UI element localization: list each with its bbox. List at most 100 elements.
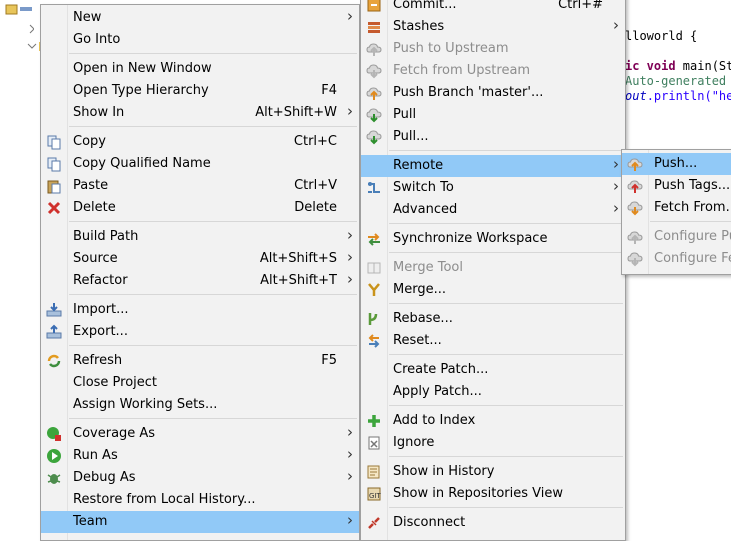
main-menu-item-delete[interactable]: Delete Delete	[41, 197, 359, 219]
main-menu-item-new[interactable]: New ›	[41, 7, 359, 29]
menu-item-shortcut: F4	[321, 83, 337, 98]
team-menu-item-ignore[interactable]: Ignore	[361, 432, 625, 454]
menu-item-label: Fetch from Upstream	[393, 63, 531, 78]
submenu-arrow-icon: ›	[347, 270, 353, 288]
main-menu-item-refresh[interactable]: Refresh F5	[41, 350, 359, 372]
menu-item-label: Copy	[73, 134, 106, 149]
remote-menu-item-configure-pus: Configure Pus	[622, 226, 731, 248]
remote-menu-item-push[interactable]: Push...	[622, 153, 731, 175]
menu-separator	[389, 456, 623, 457]
tree-node-collapsed[interactable]	[4, 22, 34, 38]
main-menu-item-close-project[interactable]: Close Project	[41, 372, 359, 394]
menu-item-label: Configure Pus	[654, 229, 731, 244]
chevron-down-icon	[27, 42, 44, 51]
menu-item-label: Merge...	[393, 282, 446, 297]
code-line-class: lloworld {	[625, 29, 697, 43]
menu-item-label: Source	[73, 251, 118, 266]
menu-item-label: Open in New Window	[73, 61, 212, 76]
main-menu-item-open-type-hierarchy[interactable]: Open Type Hierarchy F4	[41, 80, 359, 102]
team-menu-item-switch-to[interactable]: Switch To ›	[361, 177, 625, 199]
menu-item-label: Close Project	[73, 375, 158, 390]
push-icon	[627, 156, 643, 172]
paste-icon	[46, 178, 62, 194]
team-menu-item-merge-tool: Merge Tool	[361, 257, 625, 279]
main-menu-item-import[interactable]: Import...	[41, 299, 359, 321]
push-tags-icon	[627, 178, 643, 194]
main-menu-item-open-in-new-window[interactable]: Open in New Window	[41, 58, 359, 80]
team-menu-item-rebase[interactable]: Rebase...	[361, 308, 625, 330]
main-menu-item-refactor[interactable]: Refactor Alt+Shift+T ›	[41, 270, 359, 292]
menu-separator	[69, 345, 357, 346]
team-menu-item-merge[interactable]: Merge...	[361, 279, 625, 301]
code-line-println: out.println("he	[625, 89, 731, 103]
team-menu-item-apply-patch[interactable]: Apply Patch...	[361, 381, 625, 403]
team-menu-item-create-patch[interactable]: Create Patch...	[361, 359, 625, 381]
main-menu-item-team[interactable]: Team ›	[41, 511, 359, 533]
main-menu-item-copy[interactable]: Copy Ctrl+C	[41, 131, 359, 153]
menu-item-label: Pull...	[393, 129, 429, 144]
main-menu-item-build-path[interactable]: Build Path ›	[41, 226, 359, 248]
main-menu-item-debug-as[interactable]: Debug As ›	[41, 467, 359, 489]
team-menu-item-remote[interactable]: Remote ›	[361, 155, 625, 177]
main-menu-item-restore-from-local-history[interactable]: Restore from Local History...	[41, 489, 359, 511]
main-menu-item-assign-working-sets[interactable]: Assign Working Sets...	[41, 394, 359, 416]
main-menu-item-coverage-as[interactable]: Coverage As ›	[41, 423, 359, 445]
team-menu-item-advanced[interactable]: Advanced ›	[361, 199, 625, 221]
menu-separator	[389, 150, 623, 151]
submenu-arrow-icon: ›	[613, 16, 619, 34]
menu-item-shortcut: Alt+Shift+S	[259, 251, 337, 266]
code-text: lloworld {	[625, 29, 698, 43]
team-menu-item-stashes[interactable]: Stashes ›	[361, 16, 625, 38]
history-icon	[366, 464, 382, 480]
project-node[interactable]	[4, 2, 34, 18]
team-menu-item-push-to-upstream: Push to Upstream	[361, 38, 625, 60]
team-menu-item-show-in-history[interactable]: Show in History	[361, 461, 625, 483]
remote-menu-item-fetch-from[interactable]: Fetch From...	[622, 197, 731, 219]
context-menu: New › Go Into Open in New Window Open Type H…	[40, 4, 360, 541]
main-menu-item-show-in[interactable]: Show In Alt+Shift+W ›	[41, 102, 359, 124]
main-menu-item-run-as[interactable]: Run As ›	[41, 445, 359, 467]
code-field: out	[625, 89, 647, 103]
pull-dialog-icon	[366, 129, 382, 145]
team-menu-item-add-to-index[interactable]: Add to Index	[361, 410, 625, 432]
menu-item-label: Switch To	[393, 180, 454, 195]
team-menu-item-pull[interactable]: Pull...	[361, 126, 625, 148]
menu-item-label: Run As	[73, 448, 118, 463]
menu-item-label: Merge Tool	[393, 260, 463, 275]
merge-icon	[366, 282, 382, 298]
menu-item-label: Open Type Hierarchy	[73, 83, 209, 98]
team-menu-item-disconnect[interactable]: Disconnect	[361, 512, 625, 534]
menu-item-label: Refactor	[73, 273, 128, 288]
team-menu-item-push-branch-master[interactable]: Push Branch 'master'...	[361, 82, 625, 104]
team-menu-item-fetch-from-upstream: Fetch from Upstream	[361, 60, 625, 82]
main-menu-item-paste[interactable]: Paste Ctrl+V	[41, 175, 359, 197]
copy-icon	[46, 134, 62, 150]
team-menu-item-show-in-repositories-view[interactable]: GIT Show in Repositories View	[361, 483, 625, 505]
main-menu-item-export[interactable]: Export...	[41, 321, 359, 343]
submenu-arrow-icon: ›	[613, 155, 619, 173]
project-folder-icon	[5, 4, 32, 15]
menu-item-label: Show In	[73, 105, 125, 120]
team-menu-item-synchronize-workspace[interactable]: Synchronize Workspace	[361, 228, 625, 250]
main-menu-item-copy-qualified-name[interactable]: Copy Qualified Name	[41, 153, 359, 175]
switch-icon	[366, 180, 382, 196]
remote-menu-item-push-tags[interactable]: Push Tags...	[622, 175, 731, 197]
menu-item-shortcut: Delete	[294, 200, 337, 215]
run-icon	[46, 448, 62, 464]
menu-item-label: Push...	[654, 156, 698, 171]
team-menu-item-commit[interactable]: Commit... Ctrl+#	[361, 0, 625, 16]
reset-icon	[366, 333, 382, 349]
tree-node-expanded[interactable]	[4, 40, 44, 56]
pull-icon	[366, 107, 382, 123]
fetch-icon	[627, 200, 643, 216]
menu-item-label: Copy Qualified Name	[73, 156, 211, 171]
main-menu-item-go-into[interactable]: Go Into	[41, 29, 359, 51]
export-icon	[46, 324, 62, 340]
fetch-upstream-icon	[366, 63, 382, 79]
menu-item-label: Coverage As	[73, 426, 156, 441]
main-menu-item-source[interactable]: Source Alt+Shift+S ›	[41, 248, 359, 270]
team-menu-item-pull[interactable]: Pull	[361, 104, 625, 126]
menu-item-label: Debug As	[73, 470, 136, 485]
menu-item-label: Remote	[393, 158, 444, 173]
team-menu-item-reset[interactable]: Reset...	[361, 330, 625, 352]
